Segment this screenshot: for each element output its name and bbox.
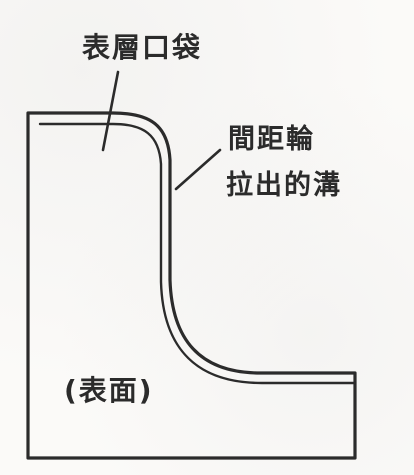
pocket-pattern-drawing bbox=[26, 70, 357, 460]
seam-leader-line bbox=[174, 148, 222, 191]
pocket-leader-line bbox=[101, 70, 120, 152]
pocket-label: 表層口袋 bbox=[82, 31, 203, 64]
face-label: (表面) bbox=[64, 374, 154, 407]
seam-label-line-2: 拉出的溝 bbox=[226, 170, 342, 201]
seam-label-line-1: 間距輪 bbox=[228, 124, 315, 155]
pocket-pattern-diagram: 表層口袋 間距輪 拉出的溝 (表面) bbox=[0, 0, 414, 475]
